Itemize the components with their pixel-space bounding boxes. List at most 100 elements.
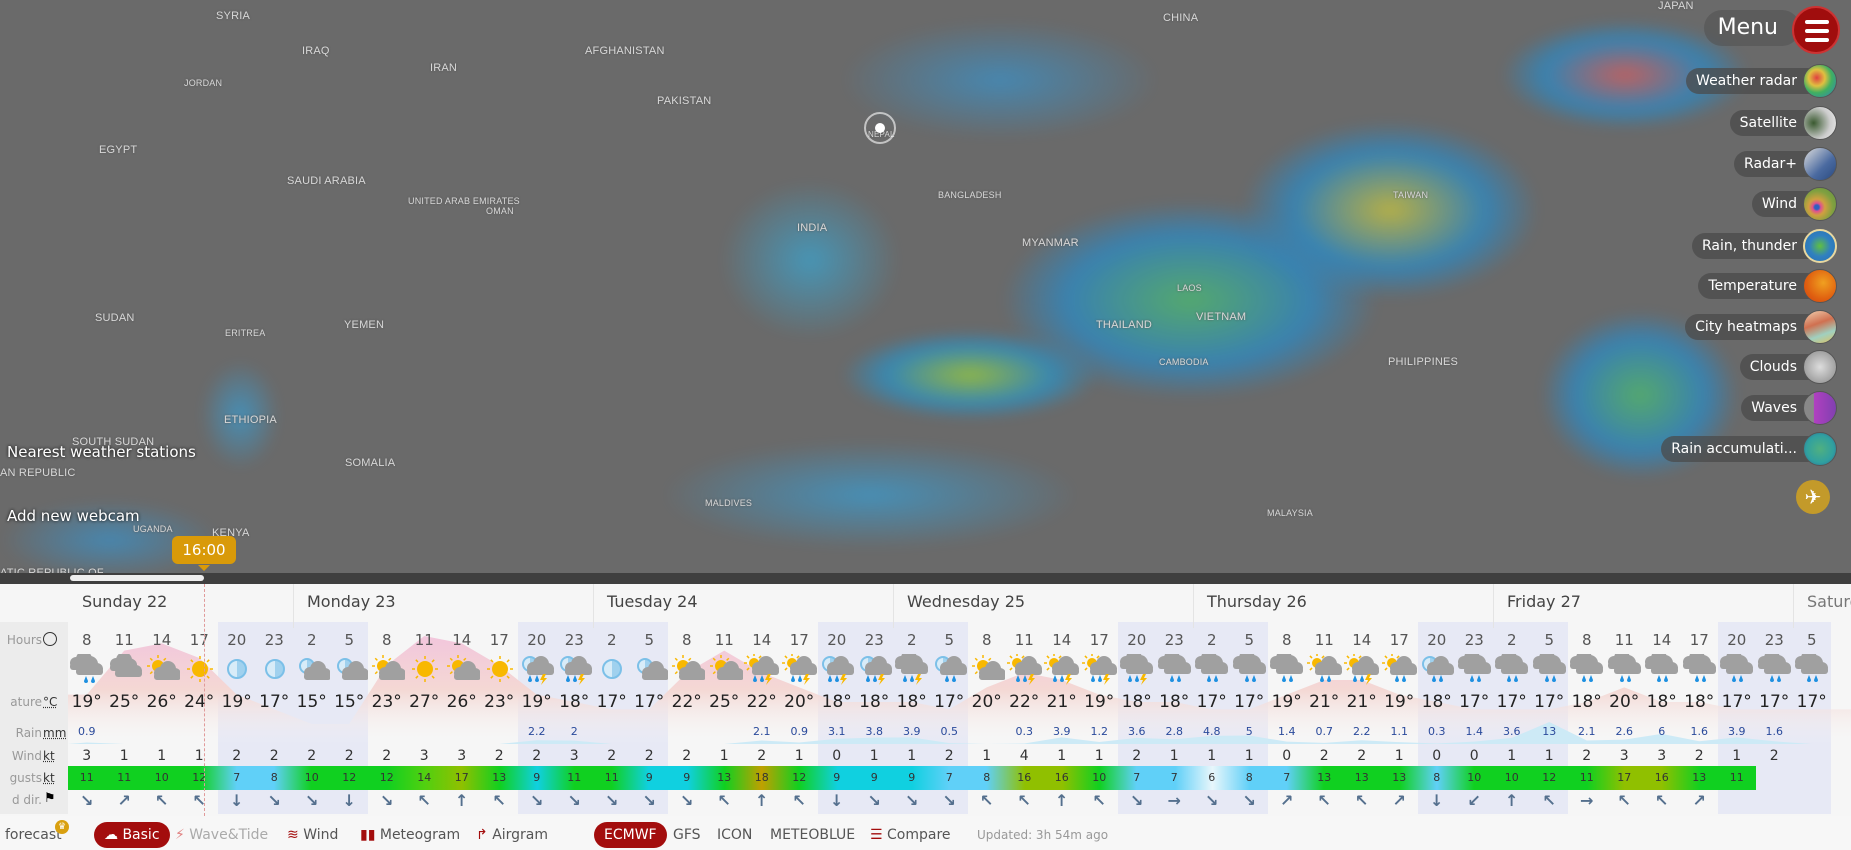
layer-satellite[interactable]: Satellite [1729,106,1837,140]
airplane-icon[interactable]: ✈ [1796,480,1830,514]
tab-label: Wind [303,827,339,843]
tab-wave-tide[interactable]: ⚡ Wave&Tide [175,822,268,848]
rain-cell: 5 [1245,725,1253,738]
row-label-wind: Wind [11,749,42,763]
map-label: MYANMAR [1022,237,1079,249]
layer-temperature[interactable]: Temperature [1698,269,1837,303]
tab-meteogram[interactable]: ▮▮ Meteogram [360,822,460,848]
day-header[interactable]: Wednesday 25 [907,592,1025,611]
layer-clouds[interactable]: Clouds [1739,350,1837,384]
rain-icon [1156,650,1194,686]
temperature-cell: 23° [484,692,515,712]
cloudy-icon [106,652,144,686]
wind-direction-arrow: ↖ [1655,791,1669,810]
tab-wind[interactable]: ≋ Wind [287,822,338,848]
map-label: TAIWAN [1393,190,1429,200]
hour-cell: 23 [1164,631,1184,649]
hour-cell: 11 [114,631,134,649]
map-label: YEMEN [344,319,385,331]
wind-cell: 0 [1432,748,1442,764]
current-time-handle[interactable]: 16:00 [172,536,236,571]
rain-icon [1756,650,1794,686]
wind-cell: 2 [494,748,504,764]
rain-area [1240,120,1540,300]
layer-wind[interactable]: Wind [1751,187,1837,221]
rain-cell: 0.3 [1428,725,1446,738]
day-header[interactable]: Monday 23 [307,592,396,611]
hour-cell: 2 [1206,631,1217,649]
layer-city-heatmaps[interactable]: City heatmaps [1685,310,1837,344]
unit-temperature[interactable]: °C [43,695,57,709]
wind-direction-arrow: ↘ [905,791,919,810]
model-gfs[interactable]: GFS [673,822,701,848]
nearest-weather-stations-link[interactable]: Nearest weather stations [7,443,196,461]
add-new-webcam-link[interactable]: Add new webcam [7,507,140,525]
day-header[interactable]: Sunday 22 [82,592,167,611]
layer-weather-radar[interactable]: Weather radar [1686,64,1837,98]
menu-button[interactable]: Menu [1700,6,1840,54]
map-label: MALAYSIA [1267,508,1313,518]
gust-cell: 13 [717,771,732,784]
unit-rain[interactable]: mm [43,726,66,740]
wind-cell: 2 [757,748,767,764]
gust-cell: 17 [454,771,469,784]
hour-cell: 17 [189,631,209,649]
temperature-cell: 25° [709,692,740,712]
rain-cell: 3.1 [828,725,846,738]
rain-cell: 1.6 [1690,725,1709,738]
layer-radar-plus[interactable]: Radar+ [1734,147,1837,181]
hour-cell: 20 [1427,631,1447,649]
moon-thunder-icon [856,654,894,686]
wind-direction-arrow: ↘ [1205,791,1219,810]
tab-basic[interactable]: ☁ Basic [94,822,170,848]
layer-waves[interactable]: Waves [1741,391,1837,425]
tab-label: Airgram [492,827,549,843]
model-meteoblue[interactable]: METEOBLUE [770,822,855,848]
timeline-slider[interactable] [0,573,1851,584]
model-ecmwf[interactable]: ECMWF [594,822,667,848]
unit-gusts[interactable]: kt [43,771,55,785]
wind-direction-arrow: ↖ [1317,791,1331,810]
sun-thunder-icon [1081,653,1119,686]
rain-icon [1231,650,1269,686]
gust-cell: 11 [117,771,132,784]
sun-cloud-icon [368,654,406,686]
wind-direction-arrow: ↙ [1467,791,1481,810]
layer-label: Rain, thunder [1691,233,1821,259]
hour-cell: 8 [381,631,392,649]
weather-map[interactable]: SYRIA IRAQ IRAN AFGHANISTAN PAKISTAN CHI… [0,0,1851,576]
satellite-thumbnail-icon [1803,106,1837,140]
layer-rain-accumulation[interactable]: Rain accumulati... [1661,432,1837,466]
wind-cell: 3 [569,748,579,764]
tab-airgram[interactable]: ↱ Airgram [476,822,548,848]
row-label-rain: Rain [15,726,42,740]
gust-cell: 17 [1617,771,1632,784]
day-header[interactable]: Saturday [1807,592,1851,611]
wind-direction-arrow: ↖ [1092,791,1106,810]
temperature-cell: 20° [784,692,815,712]
layer-label: Rain accumulati... [1661,436,1821,462]
layer-rain-thunder[interactable]: Rain, thunder [1691,229,1837,263]
sun-rain-icon [1306,653,1344,686]
wind-direction-arrow: ↘ [267,791,281,810]
rain-cell: 0.9 [78,725,96,738]
gust-cell: 8 [983,771,991,784]
gust-cell: 16 [1654,771,1669,784]
gust-cell: 8 [270,771,278,784]
day-header[interactable]: Friday 27 [1507,592,1581,611]
rain-cell: 2.1 [753,725,771,738]
menu-label: Menu [1703,10,1800,46]
day-header[interactable]: Tuesday 24 [607,592,698,611]
temperature-cell: 18° [1684,692,1715,712]
rain-cell: 1.2 [1090,725,1109,738]
map-label: SAUDI ARABIA [287,175,366,187]
unit-wind[interactable]: kt [43,749,55,763]
compare-button[interactable]: ☰ Compare [870,822,951,848]
gust-cell: 9 [908,771,916,784]
day-header[interactable]: Thursday 26 [1207,592,1307,611]
sun-icon [481,654,519,686]
wind-direction-arrow: ↖ [717,791,731,810]
model-icon[interactable]: ICON [717,822,752,848]
map-label: INDIA [797,222,828,234]
location-marker[interactable] [864,112,896,144]
